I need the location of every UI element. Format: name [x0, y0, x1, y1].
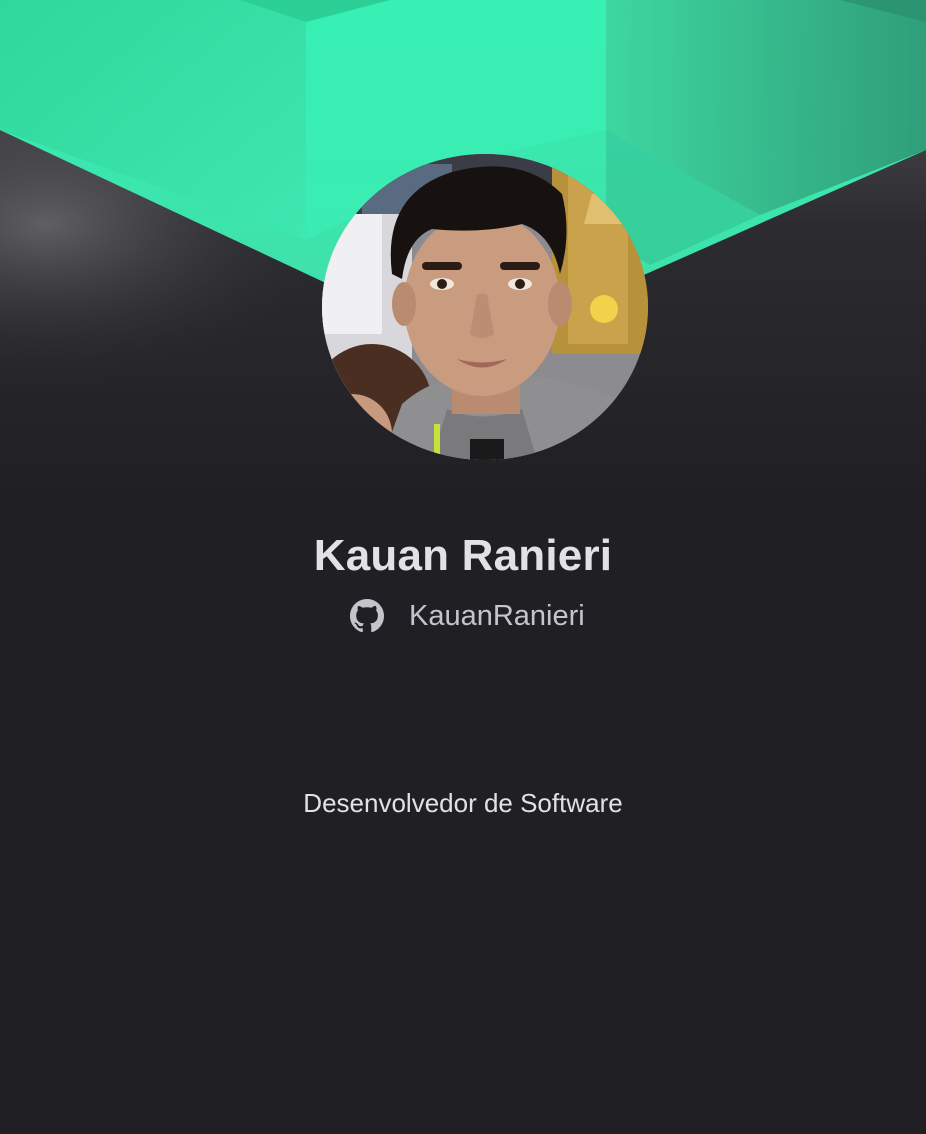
profile-page: Kauan Ranieri KauanRanieri Desenvolvedor… [0, 0, 926, 1134]
profile-photo [322, 154, 648, 460]
github-icon [350, 599, 384, 633]
profile-name: Kauan Ranieri [313, 531, 613, 580]
github-username: KauanRanieri [409, 600, 585, 632]
github-profile-link[interactable]: KauanRanieri [350, 594, 585, 638]
avatar [322, 154, 648, 460]
profile-bio: Desenvolvedor de Software [303, 788, 623, 818]
